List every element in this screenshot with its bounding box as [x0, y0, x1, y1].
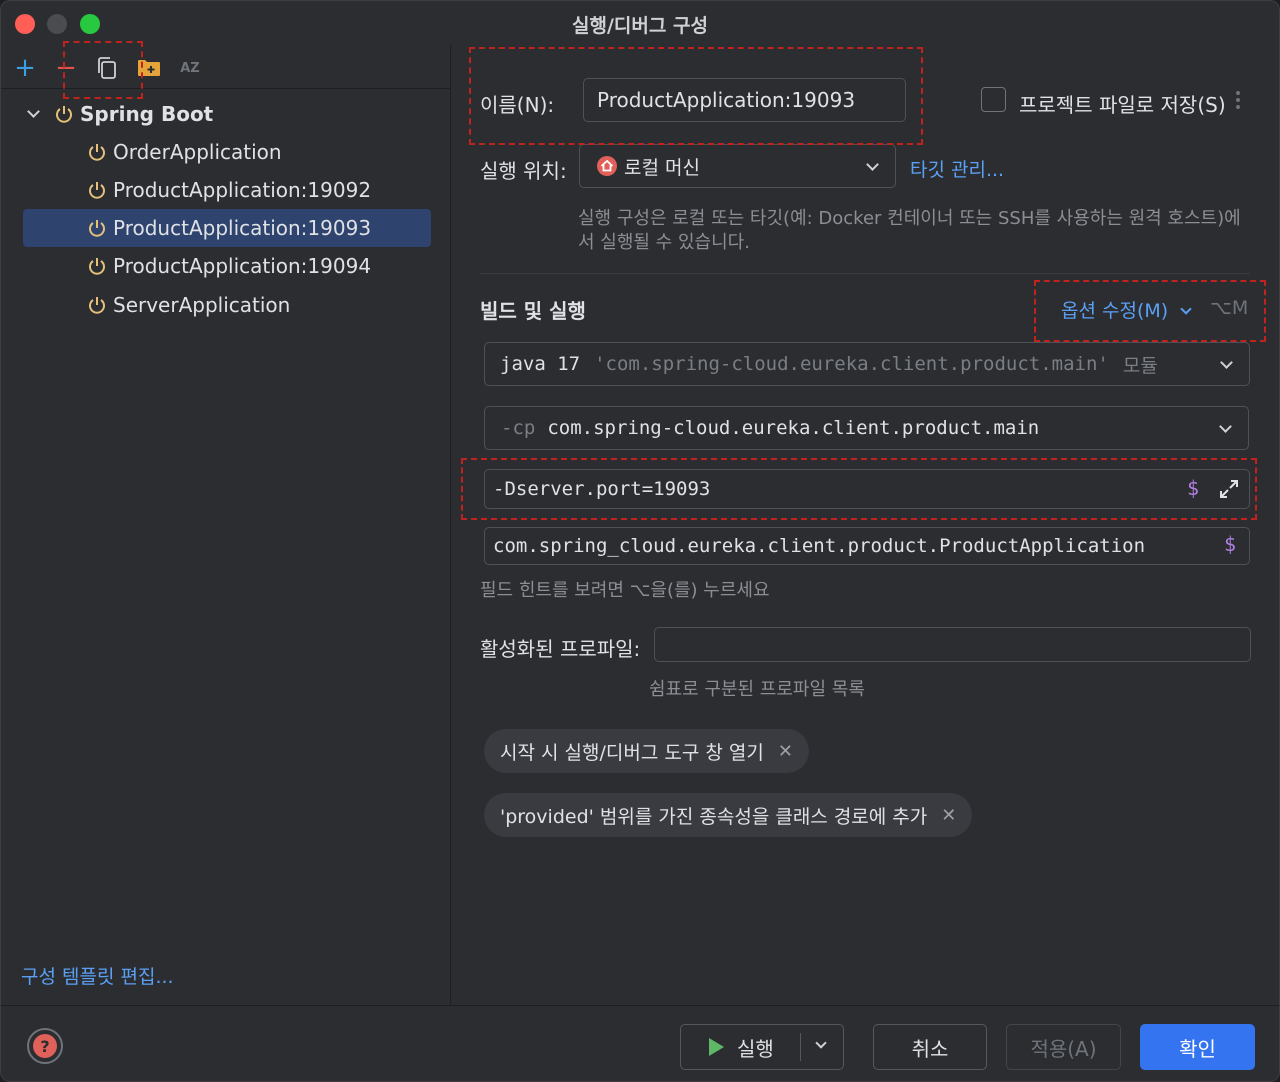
edit-templates-link[interactable]: 구성 템플릿 편집...	[21, 962, 174, 989]
annotation-box-copy	[63, 41, 143, 99]
chevron-down-icon	[1219, 420, 1232, 433]
plus-icon: +	[14, 53, 36, 83]
add-configuration-button[interactable]: +	[12, 55, 38, 81]
jre-java-version: java 17	[500, 353, 581, 375]
close-icon[interactable]: ✕	[778, 741, 793, 762]
title-bar: 실행/디버그 구성	[1, 1, 1279, 45]
spring-boot-run-icon	[89, 144, 105, 161]
jre-module-suffix: 모듈	[1122, 354, 1158, 377]
main-class-input[interactable]: com.spring_cloud.eureka.client.product.P…	[484, 527, 1250, 565]
annotation-box-vm-options	[461, 458, 1257, 520]
close-icon[interactable]: ✕	[941, 805, 956, 826]
active-profiles-input[interactable]	[654, 627, 1251, 662]
classpath-select[interactable]: -cp com.spring-cloud.eureka.client.produ…	[484, 406, 1249, 450]
manage-targets-link[interactable]: 타깃 관리...	[910, 155, 1004, 182]
chevron-down-icon	[1220, 356, 1233, 369]
tree-item-label: ProductApplication:19092	[113, 178, 372, 202]
help-icon: ?	[33, 1034, 57, 1058]
spring-boot-run-icon	[89, 182, 105, 199]
run-debug-configurations-dialog: 실행/디버그 구성 + − AZ Spring Boot OrderApplic…	[0, 0, 1280, 1082]
section-divider	[480, 273, 1250, 274]
configuration-form: 이름(N): ProductApplication:19093 프로젝트 파일로…	[452, 45, 1279, 1005]
active-profiles-hint: 쉼표로 구분된 프로파일 목록	[649, 679, 865, 700]
run-button[interactable]: 실행	[680, 1024, 844, 1070]
store-as-project-file-label: 프로젝트 파일로 저장(S)	[1019, 93, 1226, 117]
tree-item-label: OrderApplication	[113, 140, 282, 164]
play-icon	[709, 1038, 724, 1056]
chevron-down-icon	[866, 158, 879, 171]
apply-button[interactable]: 적용(A)	[1006, 1024, 1121, 1070]
field-hint: 필드 힌트를 보려면 ⌥을(를) 누르세요	[480, 580, 770, 601]
option-chip-label: 'provided' 범위를 가진 종속성을 클래스 경로에 추가	[500, 805, 928, 828]
dialog-footer: ? 실행 취소 적용(A) 확인	[1, 1005, 1279, 1081]
active-profiles-label: 활성화된 프로파일:	[480, 637, 641, 661]
classpath-value: com.spring-cloud.eureka.client.product.m…	[547, 417, 1040, 439]
tree-item[interactable]: ProductApplication:19092	[87, 171, 371, 209]
help-button[interactable]: ?	[27, 1028, 63, 1064]
run-on-label: 실행 위치:	[480, 159, 567, 183]
tree-item[interactable]: ServerApplication	[87, 286, 290, 324]
run-button-label: 실행	[737, 1036, 774, 1061]
tree-item[interactable]: ProductApplication:19094	[87, 247, 371, 285]
option-chip-label: 시작 시 실행/디버그 도구 창 열기	[500, 741, 764, 764]
tree-item-label: ServerApplication	[113, 293, 291, 317]
store-as-project-file-checkbox[interactable]	[981, 87, 1006, 112]
jre-module-name: 'com.spring-cloud.eureka.client.product.…	[594, 353, 1109, 375]
tree-item-label: ProductApplication:19093	[113, 216, 372, 240]
build-and-run-title: 빌드 및 실행	[480, 299, 586, 323]
option-chip[interactable]: 'provided' 범위를 가진 종속성을 클래스 경로에 추가 ✕	[484, 793, 973, 837]
cancel-button[interactable]: 취소	[873, 1024, 987, 1070]
chevron-down-icon[interactable]	[815, 1037, 827, 1049]
tree-item-label: ProductApplication:19094	[113, 254, 372, 278]
chevron-down-icon[interactable]	[27, 104, 40, 118]
run-on-hint-line-2: 서 실행될 수 있습니다.	[578, 232, 750, 253]
annotation-box-modify-options	[1034, 280, 1266, 342]
home-icon	[597, 156, 617, 176]
spring-boot-run-icon	[89, 258, 105, 275]
annotation-box-name	[469, 47, 923, 145]
run-on-select[interactable]: 로컬 머신	[579, 144, 896, 188]
run-on-value: 로컬 머신	[624, 156, 700, 179]
jre-module-select[interactable]: java 17 'com.spring-cloud.eureka.client.…	[484, 342, 1250, 386]
macro-dollar-icon[interactable]: $	[1224, 532, 1236, 556]
tree-group-spring-boot[interactable]: Spring Boot	[23, 95, 213, 133]
more-options-icon[interactable]	[1236, 91, 1240, 109]
configurations-sidebar: + − AZ Spring Boot OrderApplication Prod…	[1, 45, 451, 1005]
sort-alphabetically-button[interactable]: AZ	[177, 55, 203, 81]
option-chip[interactable]: 시작 시 실행/디버그 도구 창 열기 ✕	[484, 729, 809, 773]
main-class-value: com.spring_cloud.eureka.client.product.P…	[493, 535, 1146, 557]
spring-boot-run-icon	[89, 297, 105, 314]
split-divider	[800, 1033, 801, 1061]
spring-boot-run-icon	[56, 106, 72, 123]
sort-az-icon: AZ	[180, 60, 200, 76]
spring-boot-run-icon	[89, 220, 105, 237]
window-title: 실행/디버그 구성	[572, 15, 708, 37]
run-on-hint-line-1: 실행 구성은 로컬 또는 타깃(예: Docker 컨테이너 또는 SSH를 사…	[578, 208, 1241, 229]
ok-button[interactable]: 확인	[1140, 1024, 1255, 1070]
tree-group-label: Spring Boot	[80, 102, 214, 126]
tree-item[interactable]: OrderApplication	[87, 133, 282, 171]
classpath-prefix: -cp	[501, 417, 536, 439]
tree-item-selected[interactable]: ProductApplication:19093	[23, 209, 431, 247]
